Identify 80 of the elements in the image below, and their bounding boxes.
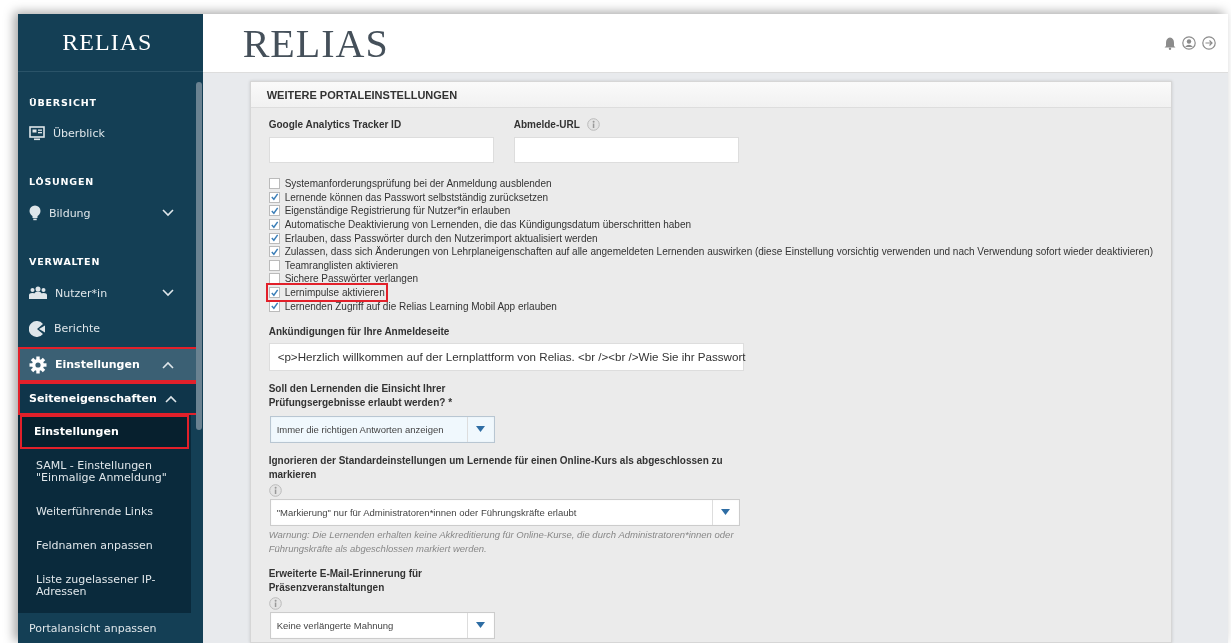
nav-item[interactable]: Nutzer*in — [18, 275, 198, 311]
input-field[interactable]: <p>Herzlich willkommen auf der Lernplattform von Relias. <br /><br />Wie Sie ihr Passwort — [268, 342, 744, 371]
lightbulb-icon — [29, 205, 41, 222]
field-label: Google Analytics Tracker ID — [268, 119, 402, 130]
section-heading: VERWALTEN — [28, 255, 102, 268]
user-icon[interactable] — [1182, 36, 1196, 50]
checkbox-row[interactable]: Zulassen, dass sich Änderungen von Lehrplaneigenschaften auf alle angemeldeten Lernenden auswirken (diese Einstellung vorsichtig verwenden und nach Verwendung sofort wieder deaktivieren) — [268, 244, 1153, 259]
checkbox[interactable] — [268, 300, 280, 312]
checkbox[interactable] — [268, 273, 280, 285]
subnav-item[interactable]: SAML - Einstellungen "Einmalige Anmeldung" — [20, 449, 189, 496]
checkbox[interactable] — [268, 191, 280, 203]
section-heading: ÜBERSICHT — [28, 95, 98, 108]
nav-item[interactable]: Einstellungen — [18, 346, 198, 383]
chevron-up-icon — [164, 394, 177, 403]
input-field[interactable] — [268, 137, 494, 163]
section-heading: LÖSUNGEN — [28, 175, 95, 188]
checkbox-label: Lernimpulse aktivieren — [284, 287, 385, 299]
field-label: Abmelde-URL — [513, 119, 580, 130]
checkbox-label: Systemanforderungsprüfung bei der Anmeldung ausblenden — [284, 178, 552, 190]
dropdown[interactable]: Keine verlängerte Mahnung — [269, 611, 495, 639]
checkbox-label: Eigenständige Registrierung für Nutzer*in erlauben — [284, 205, 511, 217]
checkbox[interactable] — [268, 219, 280, 231]
checkbox-row[interactable]: Automatische Deaktivierung von Lernenden, die das Kündigungsdatum überschritten haben — [268, 217, 692, 232]
checkbox-label: Zulassen, dass sich Änderungen von Lehrplaneigenschaften auf alle angemeldeten Lernenden auswirken (diese Einstellung vorsichtig verwenden und nach Verwendung sofort wieder deaktivieren) — [284, 246, 1153, 258]
logo[interactable]: RELIAS — [18, 14, 203, 72]
checkbox-row[interactable]: Lernende können das Passwort selbstständig zurücksetzen — [268, 190, 549, 205]
checkbox-label: Lernenden Zugriff auf die Relias Learning Mobil App erlauben — [284, 300, 557, 312]
chevron-down-icon — [161, 289, 174, 298]
subnav-item[interactable]: Weiterführende Links — [20, 495, 189, 530]
subnav-item[interactable]: Liste zugelassener IP-Adressen — [20, 563, 189, 610]
caret-icon — [476, 622, 486, 629]
field-label: Ankündigungen für Ihre Anmeldeseite — [268, 324, 451, 339]
checkbox-label: Sichere Passwörter verlangen — [284, 273, 419, 285]
caret-icon — [476, 426, 486, 433]
checkbox-label: Lernende können das Passwort selbstständig zurücksetzen — [284, 191, 549, 203]
dropdown[interactable]: Immer die richtigen Antworten anzeigen — [269, 415, 495, 443]
settings-icon — [29, 355, 47, 374]
checkbox[interactable] — [268, 232, 280, 244]
checkbox-row[interactable]: Lernenden Zugriff auf die Relias Learning Mobil App erlauben — [268, 299, 557, 313]
nav-item[interactable]: Bildung — [18, 195, 198, 232]
checkbox-label: Teamranglisten aktivieren — [284, 259, 399, 271]
info-icon[interactable] — [268, 596, 282, 610]
panel-title: WEITERE PORTALEINSTELLUNGEN — [250, 82, 1171, 108]
subnav-item[interactable]: Einstellungen — [20, 415, 189, 450]
info-icon[interactable] — [268, 483, 282, 497]
bell-icon[interactable] — [1164, 36, 1176, 50]
nav-item[interactable]: Portalansicht anpassen — [18, 613, 198, 643]
nav-item[interactable]: Überblick — [18, 115, 198, 152]
checkbox-label: Automatische Deaktivierung von Lernenden, die das Kündigungsdatum überschritten haben — [284, 219, 692, 231]
input-field[interactable] — [513, 137, 739, 163]
nav-item[interactable]: Berichte — [18, 310, 198, 347]
dropdown[interactable]: "Markierung" nur für Administratoren*innen oder Führungskräfte erlaubt — [269, 498, 740, 526]
chevron-up-icon — [161, 360, 174, 369]
checkbox-row[interactable]: Erlauben, dass Passwörter durch den Nutzerimport aktualisiert werden — [268, 231, 598, 245]
logo: RELIAS — [242, 19, 390, 67]
field-label: Soll den Lernenden die Einsicht Ihrer Prüfungsergebnisse erlaubt werden? * — [268, 381, 454, 410]
chevron-down-icon — [161, 209, 174, 218]
checkbox[interactable] — [268, 259, 280, 271]
checkbox-row[interactable]: Lernimpulse aktivieren — [268, 285, 385, 300]
caret-icon — [721, 509, 731, 516]
logout-icon[interactable] — [1202, 36, 1216, 50]
checkbox-row[interactable]: Sichere Passwörter verlangen — [268, 272, 419, 286]
checkbox-row[interactable]: Systemanforderungsprüfung bei der Anmeldung ausblenden — [268, 177, 552, 191]
checkbox[interactable] — [268, 205, 280, 217]
checkbox-label: Erlauben, dass Passwörter durch den Nutzerimport aktualisiert werden — [284, 232, 598, 244]
warning-text: Warnung: Die Lernenden erhalten keine Akkreditierung für Online-Kurse, die durch Administratoren*innen oder Führungskräfte als abgeschlossen markiert werden. — [268, 527, 735, 556]
checkbox-row[interactable]: Eigenständige Registrierung für Nutzer*in erlauben — [268, 204, 511, 218]
nav-item[interactable]: Seiteneigenschaften — [18, 382, 198, 416]
field-label: Erweiterte E-Mail-Erinnerung für Präsenzveranstaltungen — [268, 566, 423, 595]
pie-chart-icon — [29, 320, 46, 337]
users-icon — [29, 286, 47, 301]
field-label: Ignorieren der Standardeinstellungen um Lernende für einen Online-Kurs als abgeschlossen zu markieren — [268, 453, 724, 482]
scrollbar[interactable] — [196, 82, 202, 430]
checkbox[interactable] — [268, 178, 280, 190]
info-icon[interactable] — [586, 118, 600, 131]
subnav-item[interactable]: Feldnamen anpassen — [20, 529, 189, 564]
monitor-icon — [29, 126, 45, 141]
checkbox-row[interactable]: Teamranglisten aktivieren — [268, 258, 399, 273]
checkbox[interactable] — [268, 287, 280, 299]
checkbox[interactable] — [268, 246, 280, 258]
